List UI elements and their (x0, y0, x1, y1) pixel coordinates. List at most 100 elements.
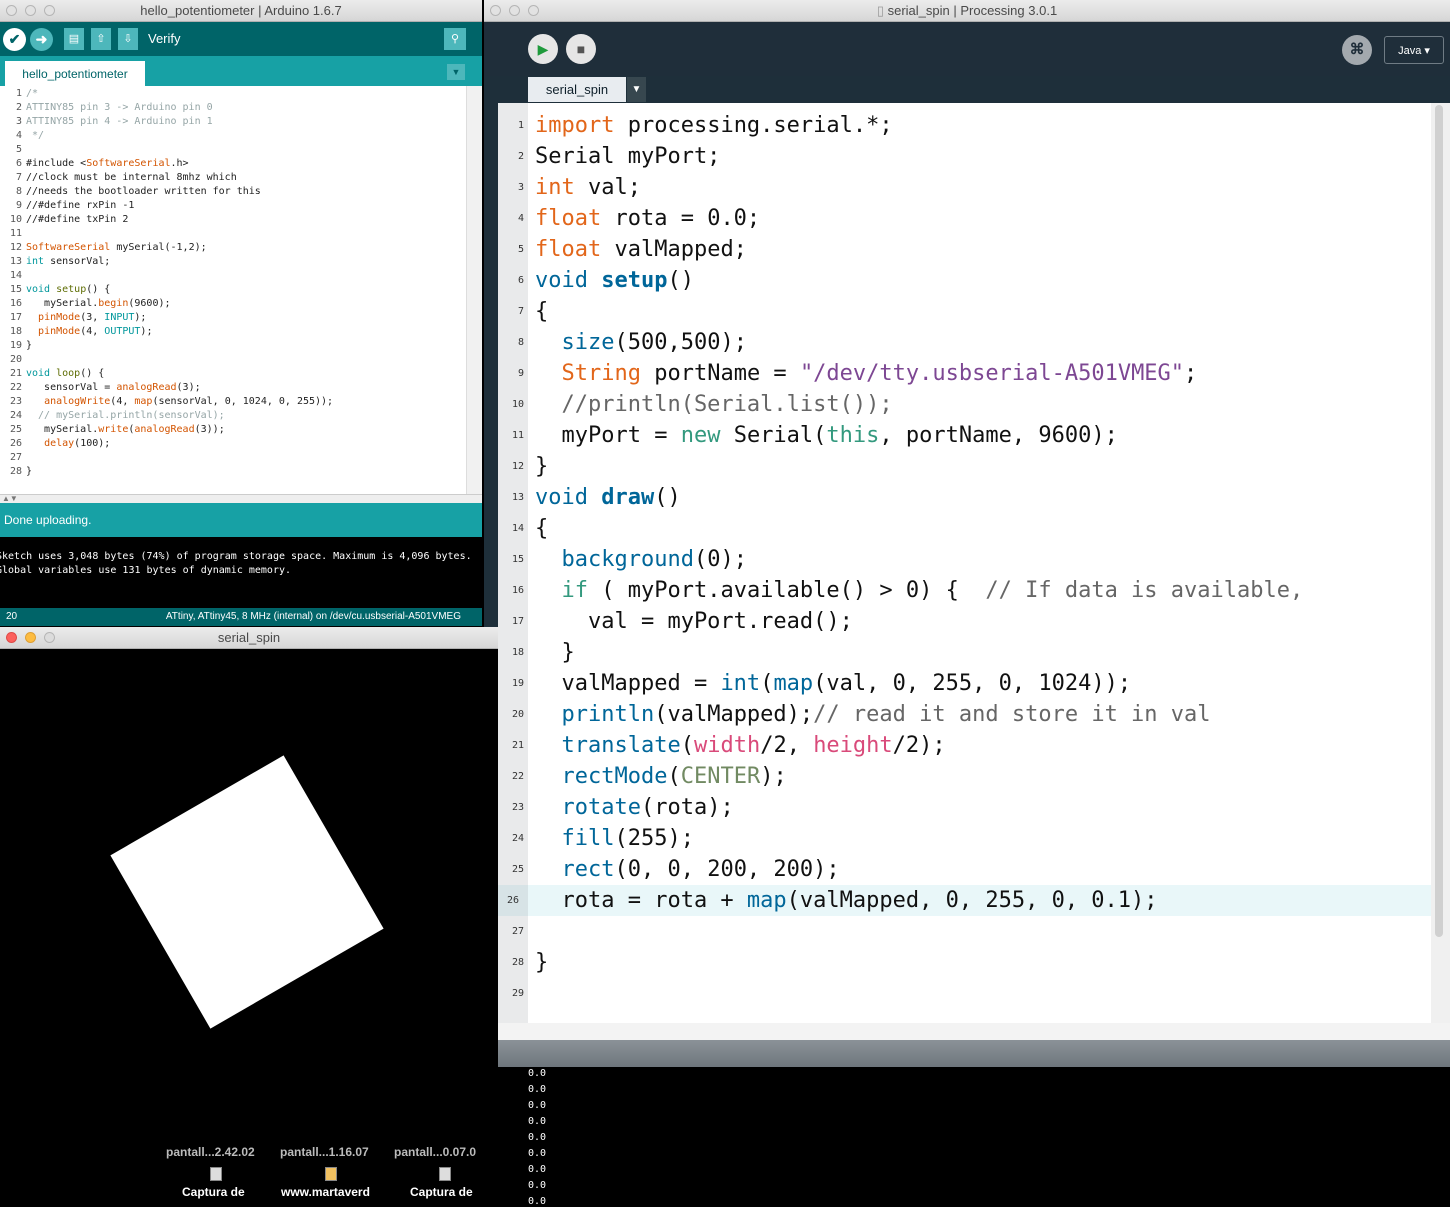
line-number: 24 (9, 410, 22, 421)
desktop-file-label[interactable]: Captura de (410, 1185, 473, 1199)
code-token: /2, (760, 733, 814, 758)
code-line[interactable]: } (528, 637, 1431, 668)
line-number: 17 (9, 312, 22, 323)
code-token: float (535, 206, 602, 231)
desktop-file-label[interactable]: Captura de (182, 1185, 245, 1199)
code-token: , portName, 9600); (879, 423, 1118, 448)
line-number: 12 (9, 242, 22, 253)
code-line[interactable]: if ( myPort.available() > 0) { // If dat… (528, 575, 1431, 606)
code-text: { (535, 296, 548, 327)
arduino-code-editor[interactable]: 1 /* 2 ATTINY85 pin 3 -> Arduino pin 0 3 ATTI… (0, 86, 466, 494)
code-token: map (746, 888, 787, 913)
minimize-window-button[interactable] (509, 5, 520, 16)
save-sketch-button[interactable]: ⇩ (118, 28, 138, 50)
code-text: /* (26, 87, 38, 101)
processing-editor-scrollbar[interactable] (1431, 103, 1450, 1023)
close-window-button[interactable] (6, 632, 17, 643)
code-line[interactable]: } (528, 947, 1431, 978)
code-line[interactable]: float valMapped; (528, 234, 1431, 265)
code-line[interactable]: import processing.serial.*; (528, 110, 1431, 141)
editor-divider[interactable] (498, 1023, 1450, 1040)
code-token: int (26, 256, 45, 267)
close-window-button[interactable] (490, 5, 501, 16)
tab-hello-potentiometer[interactable]: hello_potentiometer (5, 61, 145, 86)
desktop-file-label[interactable]: pantall...1.16.07 (280, 1145, 369, 1159)
zoom-window-button[interactable] (528, 5, 539, 16)
code-line[interactable]: fill(255); (528, 823, 1431, 854)
code-token: begin (98, 298, 129, 309)
code-line[interactable]: void draw() (528, 482, 1431, 513)
minimize-window-button[interactable] (25, 632, 36, 643)
desktop-file-label[interactable]: www.martaverd (281, 1185, 370, 1199)
code-line[interactable]: rectMode(CENTER); (528, 761, 1431, 792)
code-token: map (134, 396, 153, 407)
line-number: 1 (15, 88, 22, 99)
code-line[interactable]: myPort = new Serial(this, portName, 9600… (528, 420, 1431, 451)
tab-menu-button[interactable]: ▼ (627, 77, 646, 102)
code-line[interactable]: Serial myPort; (528, 141, 1431, 172)
code-line[interactable]: background(0); (528, 544, 1431, 575)
close-window-button[interactable] (6, 5, 17, 16)
code-line[interactable]: { (528, 296, 1431, 327)
code-line[interactable] (528, 978, 1431, 1009)
new-sketch-button[interactable]: ▤ (64, 28, 84, 50)
code-token: rect (561, 857, 615, 882)
desktop-file-label[interactable]: pantall...0.07.0 (394, 1145, 482, 1159)
desktop-file-label[interactable]: pantall...2.42.02 (166, 1145, 255, 1159)
code-line[interactable]: println(valMapped);// read it and store … (528, 699, 1431, 730)
code-line[interactable]: val = myPort.read(); (528, 606, 1431, 637)
code-line[interactable]: valMapped = int(map(val, 0, 255, 0, 1024… (528, 668, 1431, 699)
screenshot-file-icon[interactable] (210, 1167, 222, 1181)
arduino-title-bar: hello_potentiometer | Arduino 1.6.7 (0, 0, 482, 22)
processing-code-editor[interactable]: import processing.serial.*; Serial myPort… (528, 103, 1431, 1023)
debugger-button[interactable]: ⌘ (1342, 35, 1372, 65)
code-line[interactable] (528, 916, 1431, 947)
line-number: 29 (511, 988, 524, 999)
code-token: Serial myPort; (535, 144, 721, 169)
line-number: 5 (15, 144, 22, 155)
code-text: SoftwareSerial mySerial(-1,2); (26, 241, 207, 255)
screenshot-file-icon[interactable] (439, 1167, 451, 1181)
stop-button[interactable]: ■ (566, 34, 596, 64)
line-number: 13 (511, 492, 524, 503)
code-line[interactable]: { (528, 513, 1431, 544)
code-line[interactable]: size(500,500); (528, 327, 1431, 358)
code-token: width (693, 733, 761, 758)
line-number: 24 (511, 833, 524, 844)
code-token: mySerial. (26, 424, 99, 435)
code-line[interactable]: int val; (528, 172, 1431, 203)
serial-monitor-button[interactable]: ⚲ (444, 28, 466, 50)
code-token: map (773, 671, 814, 696)
code-token: #include < (26, 158, 87, 169)
code-line[interactable]: //println(Serial.list()); (528, 389, 1431, 420)
code-line[interactable]: String portName = "/dev/tty.usbserial-A5… (528, 358, 1431, 389)
tab-menu-button[interactable]: ▼ (447, 64, 465, 80)
board-info: ATtiny, ATtiny45, 8 MHz (internal) on /d… (165, 611, 461, 622)
mode-selector[interactable]: Java ▾ (1384, 36, 1444, 64)
open-sketch-button[interactable]: ⇧ (91, 28, 111, 50)
arduino-horizontal-scrollbar[interactable]: ▲▼ (0, 494, 482, 503)
verify-button[interactable]: ✔ (3, 28, 26, 51)
code-token: ); (760, 764, 787, 789)
code-line[interactable]: rotate(rota); (528, 792, 1431, 823)
upload-button[interactable]: ➜ (30, 28, 53, 51)
minimize-window-button[interactable] (25, 5, 36, 16)
arduino-toolbar: ✔ ➜ ▤ ⇧ ⇩ Verify ⚲ (0, 22, 482, 56)
code-line[interactable]: rota = rota + map(valMapped, 0, 255, 0, … (528, 885, 1431, 916)
tab-serial-spin[interactable]: serial_spin (528, 77, 626, 102)
scrollbar-thumb[interactable] (1435, 105, 1443, 937)
code-line[interactable]: void setup() (528, 265, 1431, 296)
code-line[interactable]: rect(0, 0, 200, 200); (528, 854, 1431, 885)
code-line[interactable]: } (528, 451, 1431, 482)
line-number: 19 (511, 678, 524, 689)
code-line[interactable]: translate(width/2, height/2); (528, 730, 1431, 761)
zoom-window-button[interactable] (44, 632, 55, 643)
zoom-window-button[interactable] (44, 5, 55, 16)
code-line[interactable]: float rota = 0.0; (528, 203, 1431, 234)
code-token: height (813, 733, 893, 758)
line-number: 12 (511, 461, 524, 472)
line-number: 2 (517, 151, 524, 162)
document-file-icon[interactable] (325, 1167, 337, 1181)
run-button[interactable]: ▶ (528, 34, 558, 64)
arduino-editor-scrollbar[interactable] (466, 86, 482, 494)
